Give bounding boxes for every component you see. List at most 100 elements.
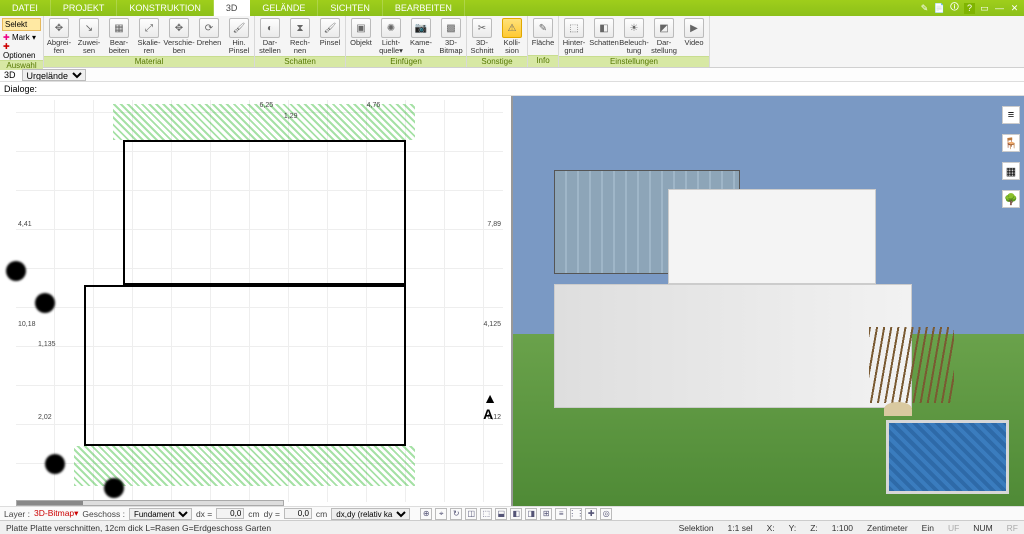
help-icon[interactable]: ? xyxy=(964,3,975,14)
group-label: Einfügen xyxy=(346,56,466,67)
plan-room-lower xyxy=(84,285,405,446)
maximize-icon[interactable]: ▭ xyxy=(979,3,990,14)
status-hint: Platte Platte verschnitten, 12cm dick L=… xyxy=(6,523,271,533)
3d-schnitt-icon: ✂ xyxy=(472,18,492,38)
ribbon-bearbeiten[interactable]: ▦Bear-beiten xyxy=(104,16,134,56)
menu-gelaende[interactable]: GELÄNDE xyxy=(250,0,318,16)
dim-label: 4,125 xyxy=(483,321,501,328)
dim-label: 6,25 xyxy=(260,102,274,109)
ribbon-kollision[interactable]: ⚠Kolli-sion xyxy=(497,16,527,56)
geschoss-select[interactable]: Fundament xyxy=(129,508,192,520)
tree-icon xyxy=(6,261,26,281)
3d-bitmap-label: 3D-Bitmap xyxy=(439,39,462,55)
ribbon-3d-bitmap[interactable]: ▩3D-Bitmap xyxy=(436,16,466,56)
info-icon[interactable]: 🛈 xyxy=(949,3,960,14)
bottom-tool-5[interactable]: ⬓ xyxy=(495,508,507,520)
floorplan-view[interactable]: 6,25 4,76 1,29 4,41 10,18 1,135 2,02 7,8… xyxy=(0,96,513,506)
horizontal-scrollbar[interactable] xyxy=(16,500,284,506)
bottom-tool-7[interactable]: ◨ xyxy=(525,508,537,520)
darstellung-label: Dar-stellung xyxy=(651,39,677,55)
bottom-tool-0[interactable]: ⊕ xyxy=(420,508,432,520)
ribbon-dar-stellen[interactable]: ◐Dar-stellen xyxy=(255,16,285,56)
drehen-icon: ⟳ xyxy=(199,18,219,38)
ribbon-group-material: ✥Abgrei-fen↘Zuwei-sen▦Bear-beiten⤢Skalie… xyxy=(44,16,255,67)
beleuchtung-label: Beleuch-tung xyxy=(619,39,649,55)
bottom-tool-9[interactable]: ≡ xyxy=(555,508,567,520)
ribbon-lichtquelle[interactable]: ✺Licht-quelle▾ xyxy=(376,16,406,56)
unit-cm: cm xyxy=(316,509,327,519)
bottom-tool-6[interactable]: ◧ xyxy=(510,508,522,520)
layer-dropdown[interactable]: Urgelände xyxy=(22,69,86,81)
ribbon-schatten[interactable]: ◧Schatten xyxy=(589,16,619,56)
dim-label: 1,135 xyxy=(38,341,56,348)
3d-view[interactable]: ≡ 🪑 ▦ 🌳 xyxy=(513,96,1024,506)
ribbon-verschieben[interactable]: ✥Verschie-ben xyxy=(164,16,194,56)
ribbon-kamera[interactable]: 📷Kame-ra xyxy=(406,16,436,56)
group-label: Material xyxy=(44,56,254,67)
dim-label: 2,02 xyxy=(38,414,52,421)
bottom-tool-10[interactable]: ⋮⋮ xyxy=(570,508,582,520)
ribbon-flaeche[interactable]: ✎Fläche xyxy=(528,16,558,55)
ribbon-zuweisen[interactable]: ↘Zuwei-sen xyxy=(74,16,104,56)
pinsel-label: Pinsel xyxy=(320,39,340,47)
ribbon-rech-nen[interactable]: ⧗Rech-nen xyxy=(285,16,315,56)
ribbon-skalieren[interactable]: ⤢Skalie-ren xyxy=(134,16,164,56)
tree-icon xyxy=(35,293,55,313)
dx-input[interactable] xyxy=(216,508,244,519)
ribbon-objekt[interactable]: ▣Objekt xyxy=(346,16,376,56)
rech-nen-label: Rech-nen xyxy=(290,39,310,55)
plan-room-upper xyxy=(123,140,405,285)
verschieben-icon: ✥ xyxy=(169,18,189,38)
menu-datei[interactable]: DATEI xyxy=(0,0,51,16)
tree-icon xyxy=(45,454,65,474)
ribbon-hintergrund[interactable]: ⬚Hinter-grund xyxy=(559,16,589,56)
furniture-icon[interactable]: 🪑 xyxy=(1002,134,1020,152)
menu-konstruktion[interactable]: KONSTRUKTION xyxy=(117,0,214,16)
optionen-button[interactable]: Optionen xyxy=(0,42,43,60)
selekt-button[interactable]: Selekt xyxy=(2,18,41,31)
close-icon[interactable]: ✕ xyxy=(1009,3,1020,14)
layers-icon[interactable]: ≡ xyxy=(1002,106,1020,124)
doc-icon[interactable]: 📄 xyxy=(934,3,945,14)
materials-icon[interactable]: ▦ xyxy=(1002,162,1020,180)
verschieben-label: Verschie-ben xyxy=(163,39,194,55)
status-selektion: Selektion xyxy=(679,523,714,533)
menu-3d[interactable]: 3D xyxy=(214,0,251,16)
minimize-icon[interactable]: — xyxy=(994,3,1005,14)
bottom-tool-3[interactable]: ◫ xyxy=(465,508,477,520)
ribbon-beleuchtung[interactable]: ☀Beleuch-tung xyxy=(619,16,649,56)
layer-value[interactable]: 3D-Bitmap▾ xyxy=(34,508,78,519)
dy-input[interactable] xyxy=(284,508,312,519)
bottom-toolbar: Layer : 3D-Bitmap▾ Geschoss : Fundament … xyxy=(0,506,1024,520)
pinsel-icon: 🖌 xyxy=(320,18,340,38)
ribbon: Selekt Mark ▾ Optionen Auswahl ✥Abgrei-f… xyxy=(0,16,1024,68)
pool xyxy=(886,420,1009,494)
bottom-tool-2[interactable]: ↻ xyxy=(450,508,462,520)
flaeche-icon: ✎ xyxy=(533,18,553,38)
ribbon-darstellung[interactable]: ◩Dar-stellung xyxy=(649,16,679,56)
ribbon-video[interactable]: ▶Video xyxy=(679,16,709,56)
bottom-tool-4[interactable]: ⬚ xyxy=(480,508,492,520)
status-scale-sel: 1:1 sel xyxy=(728,523,753,533)
mark-button[interactable]: Mark ▾ xyxy=(0,33,43,42)
ribbon-hin-pinsel[interactable]: 🖌Hin.Pinsel xyxy=(224,16,254,56)
bearbeiten-icon: ▦ xyxy=(109,18,129,38)
ribbon-drehen[interactable]: ⟳Drehen xyxy=(194,16,224,56)
ribbon-pinsel[interactable]: 🖌Pinsel xyxy=(315,16,345,56)
pencil-icon[interactable]: ✎ xyxy=(919,3,930,14)
bottom-tool-11[interactable]: ✚ xyxy=(585,508,597,520)
plants-icon[interactable]: 🌳 xyxy=(1002,190,1020,208)
menu-sichten[interactable]: SICHTEN xyxy=(318,0,383,16)
mode-3d[interactable]: 3D xyxy=(4,70,16,80)
bottom-tool-1[interactable]: ⌖ xyxy=(435,508,447,520)
dy-label: dy = xyxy=(264,509,280,519)
ribbon-abgreifen[interactable]: ✥Abgrei-fen xyxy=(44,16,74,56)
menu-bearbeiten[interactable]: BEARBEITEN xyxy=(383,0,465,16)
bottom-tool-12[interactable]: ◎ xyxy=(600,508,612,520)
abgreifen-label: Abgrei-fen xyxy=(47,39,71,55)
coord-mode-select[interactable]: dx,dy (relativ ka xyxy=(331,508,410,520)
ribbon-3d-schnitt[interactable]: ✂3D-Schnitt xyxy=(467,16,497,56)
hin-pinsel-icon: 🖌 xyxy=(229,18,249,38)
menu-projekt[interactable]: PROJEKT xyxy=(51,0,118,16)
bottom-tool-8[interactable]: ⊞ xyxy=(540,508,552,520)
